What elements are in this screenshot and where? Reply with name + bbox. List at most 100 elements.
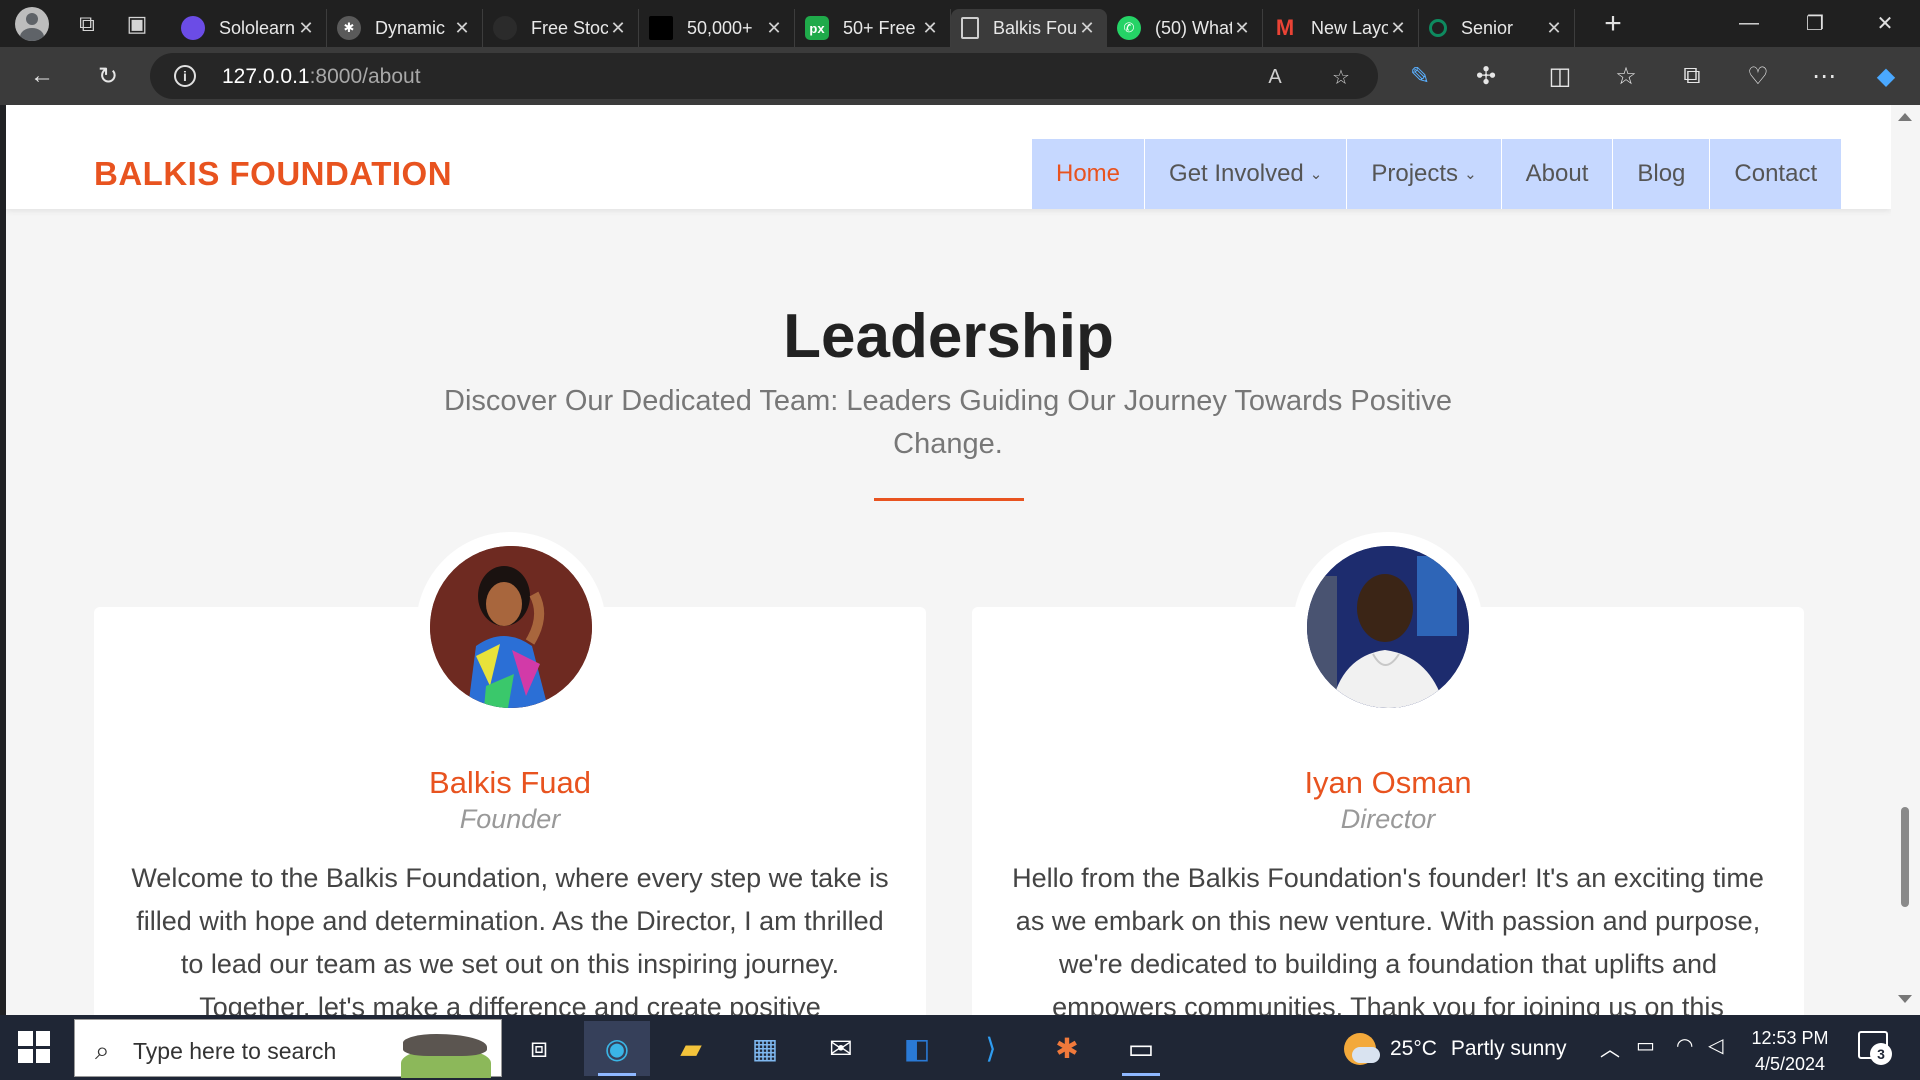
favorites-icon[interactable]: ☆ bbox=[1606, 56, 1646, 96]
refresh-button[interactable]: ↻ bbox=[88, 56, 128, 96]
nav-item-about[interactable]: About bbox=[1501, 139, 1614, 209]
tab-whatsapp[interactable]: ✆ (50) WhatsApp ✕ bbox=[1107, 9, 1263, 47]
favorite-star-icon[interactable]: ☆ bbox=[1326, 62, 1356, 92]
chatgpt-favicon-icon: ✱ bbox=[337, 16, 361, 40]
mail-icon[interactable]: ✉ bbox=[808, 1021, 874, 1076]
profile-avatar-icon[interactable] bbox=[15, 6, 49, 41]
tab-dynamic[interactable]: ✱ Dynamic ✕ bbox=[327, 9, 483, 47]
tab-close-icon[interactable]: ✕ bbox=[1077, 18, 1097, 39]
tab-free-stock[interactable]: Free Stock ✕ bbox=[483, 9, 639, 47]
tab-50000[interactable]: 50,000+ ✕ bbox=[639, 9, 795, 47]
tab-gmail[interactable]: M New Layout ✕ bbox=[1263, 9, 1419, 47]
microsoft-store-icon[interactable]: ▦ bbox=[732, 1021, 798, 1076]
outlook-icon[interactable]: ◧ bbox=[884, 1021, 950, 1076]
windows-start-icon[interactable] bbox=[18, 1031, 50, 1063]
task-view-icon[interactable]: ⧈ bbox=[506, 1021, 572, 1076]
tab-title: Balkis Foundation bbox=[993, 17, 1077, 38]
notification-center-icon[interactable]: 3 bbox=[1858, 1031, 1892, 1065]
nav-item-get-involved[interactable]: Get Involved ⌄ bbox=[1145, 139, 1348, 209]
wifi-icon[interactable]: ◠ bbox=[1676, 1033, 1693, 1058]
scrollbar-thumb[interactable] bbox=[1901, 807, 1909, 907]
search-icon: ⌕ bbox=[95, 1035, 110, 1065]
address-bar[interactable]: i 127.0.0.1:8000/about A ☆ bbox=[150, 53, 1378, 99]
copilot-icon[interactable]: ◆ bbox=[1866, 56, 1906, 96]
member-photo-frame bbox=[1293, 532, 1483, 722]
more-options-icon[interactable]: ⋯ bbox=[1804, 56, 1844, 96]
battery-icon[interactable]: ▭ bbox=[1636, 1033, 1655, 1058]
tab-senior[interactable]: Senior ✕ bbox=[1419, 9, 1575, 47]
clock-date: 4/5/2024 bbox=[1754, 1054, 1826, 1074]
nav-label: Blog bbox=[1637, 160, 1686, 187]
member-photo-frame bbox=[416, 532, 606, 722]
tab-close-icon[interactable]: ✕ bbox=[764, 18, 784, 39]
tab-balkis-foundation[interactable]: Balkis Foundation ✕ bbox=[951, 9, 1107, 47]
file-explorer-icon[interactable]: ▰ bbox=[658, 1021, 724, 1076]
tab-close-icon[interactable]: ✕ bbox=[296, 18, 316, 39]
vertical-tabs-icon[interactable]: ▣ bbox=[117, 4, 157, 44]
tab-title: Free Stock bbox=[531, 17, 608, 38]
url-host: 127.0.0.1 bbox=[222, 65, 310, 88]
nav-item-blog[interactable]: Blog bbox=[1613, 139, 1711, 209]
tab-close-icon[interactable]: ✕ bbox=[452, 18, 472, 39]
nav-label: Contact bbox=[1734, 160, 1818, 187]
tab-close-icon[interactable]: ✕ bbox=[1388, 18, 1408, 39]
show-hidden-icons-chevron-icon[interactable]: ︿ bbox=[1600, 1033, 1620, 1062]
new-tab-button[interactable]: + bbox=[1593, 4, 1633, 44]
member-name: Iyan Osman bbox=[1304, 765, 1472, 800]
tab-50-free[interactable]: px 50+ Free ✕ bbox=[795, 9, 951, 47]
xampp-icon[interactable]: ✱ bbox=[1034, 1021, 1100, 1076]
site-header: BALKIS FOUNDATION Home Get Involved ⌄ Pro… bbox=[6, 105, 1891, 209]
volume-icon[interactable]: ◁ bbox=[1708, 1033, 1723, 1058]
tab-title: Sololearn bbox=[219, 17, 296, 38]
member-photo bbox=[1307, 546, 1469, 708]
split-screen-icon[interactable]: ◫ bbox=[1540, 56, 1580, 96]
scroll-up-arrow-icon[interactable] bbox=[1898, 113, 1912, 121]
chevron-down-icon: ⌄ bbox=[1464, 166, 1477, 183]
scroll-down-arrow-icon[interactable] bbox=[1898, 995, 1912, 1003]
vscode-icon[interactable]: ⟩ bbox=[958, 1021, 1024, 1076]
tab-close-icon[interactable]: ✕ bbox=[1232, 18, 1252, 39]
restore-button[interactable]: ❐ bbox=[1782, 0, 1848, 47]
page-scrollbar[interactable] bbox=[1891, 105, 1920, 1015]
browser-toolbar: ← ↻ i 127.0.0.1:8000/about A ☆ ✎ ✣ ◫ ☆ ⧉… bbox=[0, 47, 1920, 105]
tab-title: 50+ Free bbox=[843, 17, 916, 38]
tab-close-icon[interactable]: ✕ bbox=[920, 18, 940, 39]
windows-taskbar: ⌕ Type here to search ⧈ ◉ ▰ ▦ ✉ ◧ ⟩ ✱ ▭ … bbox=[0, 1015, 1920, 1080]
weather-temperature: 25°C bbox=[1390, 1037, 1437, 1060]
main-nav: Home Get Involved ⌄ Projects ⌄ About Blog … bbox=[1032, 139, 1843, 209]
taskbar-clock[interactable]: 12:53 PM 4/5/2024 bbox=[1740, 1025, 1840, 1077]
weather-description: Partly sunny bbox=[1450, 1037, 1567, 1060]
taskbar-search-box[interactable]: ⌕ Type here to search bbox=[74, 1019, 502, 1078]
extensions-icon[interactable]: ✣ bbox=[1466, 56, 1506, 96]
tab-close-icon[interactable]: ✕ bbox=[608, 18, 628, 39]
member-bio: Hello from the Balkis Foundation's found… bbox=[1012, 863, 1764, 1015]
search-highlight-image bbox=[403, 1034, 487, 1056]
tab-close-icon[interactable]: ✕ bbox=[1544, 18, 1564, 39]
site-favicon-icon bbox=[1429, 19, 1447, 37]
browser-essentials-icon[interactable]: ♡ bbox=[1738, 56, 1778, 96]
nav-item-contact[interactable]: Contact bbox=[1710, 139, 1843, 209]
terminal-icon[interactable]: ▭ bbox=[1108, 1021, 1174, 1076]
site-info-icon[interactable]: i bbox=[174, 65, 196, 87]
url-text[interactable]: 127.0.0.1:8000/about bbox=[222, 65, 421, 89]
partly-sunny-icon bbox=[1344, 1033, 1380, 1065]
read-aloud-icon[interactable]: A bbox=[1260, 62, 1290, 92]
copilot-pen-icon[interactable]: ✎ bbox=[1400, 56, 1440, 96]
workspaces-icon[interactable]: ⧉ bbox=[67, 4, 107, 44]
weather-widget[interactable]: 25°C Partly sunny bbox=[1344, 1033, 1566, 1065]
close-window-button[interactable]: ✕ bbox=[1852, 0, 1918, 47]
nav-label: Home bbox=[1056, 160, 1121, 187]
tab-sololearn[interactable]: Sololearn ✕ bbox=[171, 9, 327, 47]
site-brand-logo[interactable]: BALKIS FOUNDATION bbox=[94, 155, 452, 193]
tab-list: Sololearn ✕ ✱ Dynamic ✕ Free Stock ✕ 50,… bbox=[171, 0, 1575, 47]
edge-browser-icon[interactable]: ◉ bbox=[584, 1021, 650, 1076]
minimize-button[interactable]: — bbox=[1716, 0, 1782, 47]
collections-icon[interactable]: ⧉ bbox=[1672, 56, 1712, 96]
back-button[interactable]: ← bbox=[22, 56, 62, 96]
nav-item-projects[interactable]: Projects ⌄ bbox=[1347, 139, 1502, 209]
sololearn-favicon-icon bbox=[181, 16, 205, 40]
member-name: Balkis Fuad bbox=[429, 765, 591, 800]
section-subtitle: Discover Our Dedicated Team: Leaders Gui… bbox=[444, 385, 1452, 460]
title-divider bbox=[874, 498, 1024, 501]
nav-item-home[interactable]: Home bbox=[1032, 139, 1146, 209]
